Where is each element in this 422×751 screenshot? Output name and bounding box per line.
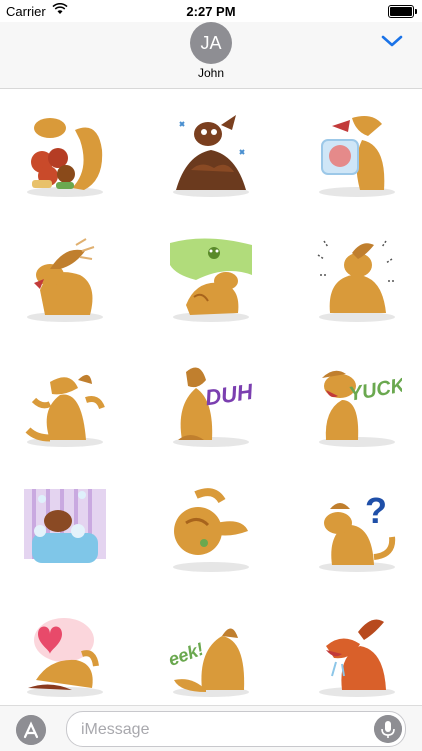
clock: 2:27 PM bbox=[186, 4, 236, 19]
chevron-down-icon[interactable] bbox=[380, 32, 404, 50]
microphone-icon[interactable] bbox=[374, 715, 402, 743]
sticker-grid: DUH YUCK ? eek! bbox=[0, 90, 422, 700]
sticker-caption-eek: eek! bbox=[166, 639, 206, 670]
app-store-icon[interactable] bbox=[16, 715, 46, 745]
sticker-dog-howl[interactable] bbox=[312, 610, 402, 700]
avatar[interactable]: JA bbox=[190, 22, 232, 64]
sticker-dog-pointing[interactable] bbox=[20, 360, 110, 450]
sticker-caption-duh: DUH bbox=[204, 379, 256, 411]
sticker-dog-scratching[interactable] bbox=[20, 235, 110, 325]
sticker-dog-bath[interactable] bbox=[20, 485, 110, 575]
sticker-dog-duh[interactable]: DUH bbox=[166, 360, 256, 450]
sticker-dog-eek[interactable]: eek! bbox=[166, 610, 256, 700]
sticker-dog-burgers[interactable] bbox=[20, 110, 110, 200]
sticker-dog-rolling[interactable] bbox=[166, 485, 256, 575]
contact-name[interactable]: John bbox=[0, 66, 422, 80]
sticker-caption-yuck: YUCK bbox=[347, 374, 402, 406]
sticker-dog-love[interactable] bbox=[20, 610, 110, 700]
sticker-dog-yuck[interactable]: YUCK bbox=[312, 360, 402, 450]
sticker-caption-question: ? bbox=[365, 490, 387, 531]
battery-icon bbox=[388, 5, 417, 18]
sticker-dog-shaking[interactable] bbox=[312, 235, 402, 325]
message-input[interactable]: iMessage bbox=[66, 711, 406, 747]
status-bar: Carrier 2:27 PM bbox=[0, 0, 422, 22]
message-placeholder: iMessage bbox=[81, 721, 150, 738]
conversation-header: JA John bbox=[0, 22, 422, 89]
sticker-dog-question[interactable]: ? bbox=[312, 485, 402, 575]
sticker-dog-mud-pile[interactable] bbox=[166, 110, 256, 200]
message-bar: iMessage bbox=[0, 705, 422, 751]
sticker-dog-stink[interactable] bbox=[166, 235, 256, 325]
sticker-dog-ice-cube[interactable] bbox=[312, 110, 402, 200]
